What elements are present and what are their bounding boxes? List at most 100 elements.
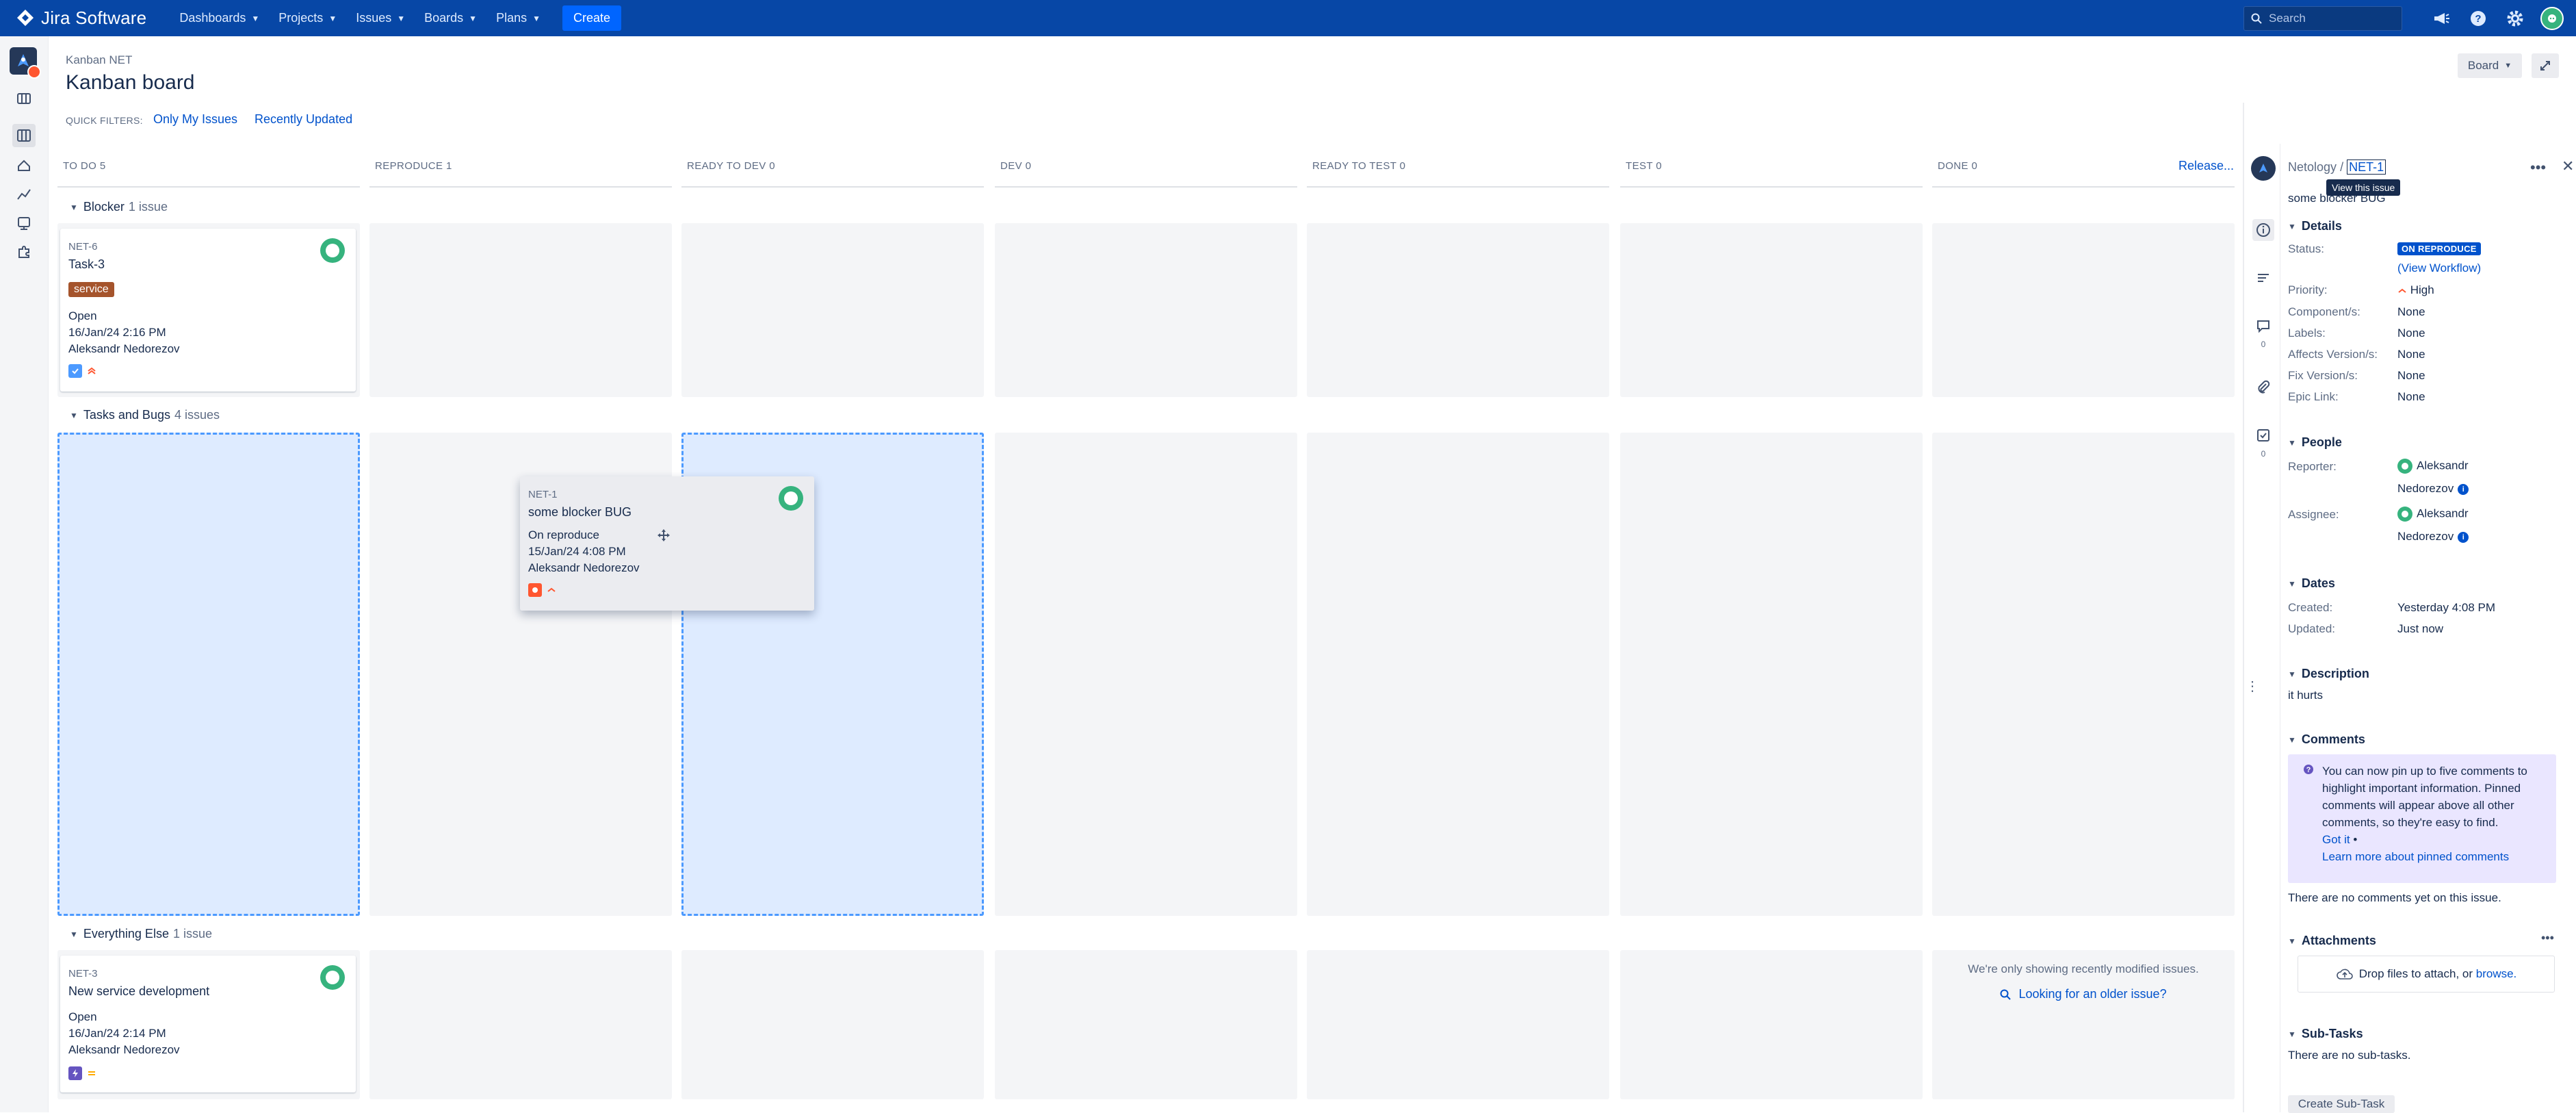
quick-filter-only-my-issues[interactable]: Only My Issues — [153, 112, 237, 127]
column-count: 0 — [1399, 160, 1406, 172]
attachment-drop-zone[interactable]: Drop files to attach, or browse. — [2298, 956, 2555, 993]
assignee-avatar[interactable] — [320, 238, 345, 263]
column-divider — [1307, 186, 1609, 188]
view-workflow-link[interactable]: (View Workflow) — [2397, 261, 2481, 275]
got-it-link[interactable]: Got it — [2322, 833, 2350, 846]
assignee-value[interactable]: Aleksandr — [2397, 507, 2469, 522]
issue-key[interactable]: NET-3 — [68, 968, 98, 980]
issue-card-net-1-dragging[interactable]: NET-1 some blocker BUG On reproduce 15/J… — [520, 476, 814, 611]
expand-button[interactable] — [2532, 53, 2559, 78]
info-icon[interactable]: i — [2458, 483, 2469, 495]
issue-key[interactable]: NET-1 — [528, 489, 558, 500]
board-menu-button[interactable]: Board ▼ — [2458, 53, 2522, 78]
affects-versions-value[interactable]: None — [2397, 348, 2425, 361]
chevron-down-icon: ▼ — [251, 13, 260, 23]
attachments-more-icon[interactable]: ••• — [2541, 931, 2554, 945]
release-link[interactable]: Release... — [2178, 159, 2234, 173]
swimlane-name: Everything Else — [83, 927, 169, 941]
priority-medium-icon — [85, 1066, 99, 1080]
user-avatar[interactable] — [2540, 6, 2564, 30]
info-icon[interactable]: i — [2458, 531, 2469, 543]
components-value[interactable]: None — [2397, 305, 2425, 319]
chevron-down-icon: ▼ — [2288, 1029, 2296, 1039]
quick-filter-recently-updated[interactable]: Recently Updated — [255, 112, 352, 127]
fix-versions-value[interactable]: None — [2397, 369, 2425, 383]
drop-zone-todo[interactable] — [57, 433, 360, 916]
pin-notice-line: comments, so they're easy to find. — [2322, 816, 2499, 829]
issue-card-net-3[interactable]: NET-3 New service development Open 16/Ja… — [60, 956, 356, 1092]
nav-projects-label: Projects — [278, 11, 324, 25]
nav-boards[interactable]: Boards ▼ — [424, 11, 477, 25]
older-issue-link[interactable]: Looking for an older issue? — [1929, 987, 2237, 1001]
detail-breadcrumb: Netology / NET-1 — [2288, 159, 2386, 175]
section-dates[interactable]: ▼ Dates — [2288, 576, 2335, 591]
issue-key[interactable]: NET-6 — [68, 241, 98, 253]
issues-icon[interactable] — [12, 212, 36, 235]
attachment-paperclip-icon[interactable] — [2252, 376, 2274, 398]
section-people[interactable]: ▼ People — [2288, 435, 2342, 450]
labels-value[interactable]: None — [2397, 327, 2425, 340]
issue-summary: New service development — [68, 984, 210, 998]
column-name: TEST — [1626, 160, 1653, 172]
panel-splitter[interactable] — [2243, 103, 2244, 1112]
move-cursor-icon — [657, 528, 671, 542]
description-text[interactable]: it hurts — [2288, 689, 2323, 702]
jira-logo[interactable]: Jira Software — [15, 8, 146, 29]
detail-issue-key-link[interactable]: NET-1 — [2347, 159, 2386, 175]
reporter-last-name: Nedorezov — [2397, 482, 2454, 495]
created-value: Yesterday 4:08 PM — [2397, 601, 2496, 614]
section-comments[interactable]: ▼ Comments — [2288, 732, 2365, 747]
section-attachments[interactable]: ▼ Attachments — [2288, 934, 2376, 948]
board-cell — [1307, 950, 1609, 1099]
learn-more-pinned-link[interactable]: Learn more about pinned comments — [2322, 848, 2527, 865]
nav-issues[interactable]: Issues ▼ — [356, 11, 405, 25]
releases-icon[interactable] — [12, 154, 36, 177]
status-badge[interactable]: ON REPRODUCE — [2397, 242, 2481, 255]
assignee-avatar[interactable] — [320, 965, 345, 990]
swimlane-header-everything-else[interactable]: ▼ Everything Else 1 issue — [70, 927, 212, 941]
create-subtask-button[interactable]: Create Sub-Task — [2288, 1095, 2395, 1113]
attach-text: Drop files to attach, or — [2358, 967, 2473, 980]
reporter-value-cont[interactable]: Nedorezov i — [2397, 482, 2469, 496]
assignee-avatar[interactable] — [779, 486, 803, 511]
close-icon[interactable]: ✕ — [2562, 157, 2574, 175]
settings-gear-icon[interactable] — [2503, 7, 2527, 30]
column-divider — [1932, 186, 2235, 188]
description-lines-icon[interactable] — [2252, 267, 2274, 289]
section-details[interactable]: ▼ Details — [2288, 219, 2342, 233]
issue-card-net-6[interactable]: NET-6 Task-3 service Open 16/Jan/24 2:16… — [60, 229, 356, 392]
browse-link[interactable]: browse. — [2476, 967, 2517, 981]
section-people-label: People — [2301, 435, 2342, 449]
nav-dashboards[interactable]: Dashboards ▼ — [179, 11, 259, 25]
assignee-value-cont[interactable]: Nedorezov i — [2397, 530, 2469, 543]
checklist-icon[interactable] — [2252, 424, 2274, 446]
backlog-icon[interactable] — [12, 87, 36, 110]
epic-link-value[interactable]: None — [2397, 390, 2425, 404]
more-actions-icon[interactable]: ••• — [2530, 159, 2546, 177]
reports-icon[interactable] — [12, 183, 36, 206]
help-icon[interactable]: ? — [2467, 7, 2490, 30]
section-subtasks[interactable]: ▼ Sub-Tasks — [2288, 1027, 2363, 1041]
detail-project-link[interactable]: Netology — [2288, 160, 2337, 174]
nav-plans[interactable]: Plans ▼ — [496, 11, 541, 25]
board-cell — [995, 433, 1297, 916]
create-button[interactable]: Create — [562, 5, 622, 31]
comment-icon[interactable] — [2252, 315, 2274, 337]
nav-projects[interactable]: Projects ▼ — [278, 11, 337, 25]
reporter-value[interactable]: Aleksandr — [2397, 459, 2469, 474]
add-ons-puzzle-icon[interactable] — [12, 240, 36, 264]
separator-dot: • — [2353, 833, 2358, 846]
kanban-board-icon[interactable] — [12, 124, 36, 147]
swimlane-name: Tasks and Bugs — [83, 408, 170, 422]
search-input[interactable]: Search — [2243, 5, 2402, 31]
column-header-ready-to-test: READY TO TEST 0 — [1312, 160, 1405, 172]
swimlane-header-tasks-and-bugs[interactable]: ▼ Tasks and Bugs 4 issues — [70, 408, 220, 422]
jira-logo-icon — [17, 9, 34, 26]
breadcrumb[interactable]: Kanban NET — [66, 53, 132, 67]
board-cell — [681, 950, 984, 1099]
issue-summary: some blocker BUG — [528, 505, 632, 519]
info-icon[interactable] — [2252, 219, 2274, 241]
swimlane-header-blocker[interactable]: ▼ Blocker 1 issue — [70, 200, 168, 214]
section-description[interactable]: ▼ Description — [2288, 667, 2369, 681]
announcement-icon[interactable] — [2430, 7, 2453, 30]
